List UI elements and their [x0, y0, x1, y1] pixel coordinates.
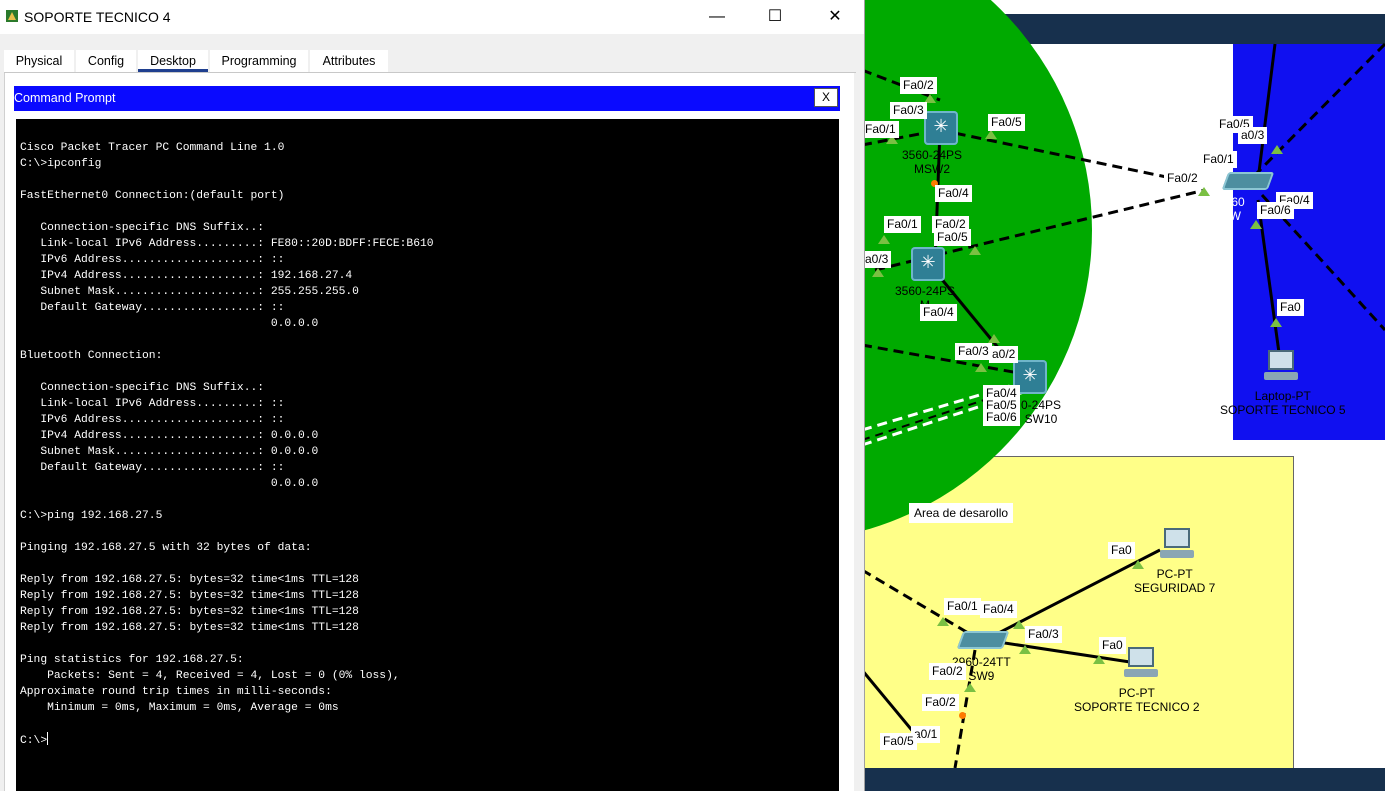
link-status-icon — [964, 683, 976, 692]
port-label: Fa0/1 — [1200, 151, 1237, 168]
port-label: Fa0/6 — [1257, 202, 1294, 219]
port-label: Fa0/2 — [929, 663, 966, 680]
command-prompt-close-button[interactable]: X — [814, 88, 838, 107]
minimize-button[interactable]: — — [694, 0, 740, 34]
link-status-icon — [1271, 145, 1283, 154]
port-label: Fa0/1 — [944, 598, 981, 615]
port-label: Fa0 — [1277, 299, 1304, 316]
device-label-pc: PC-PT SEGURIDAD 7 — [1134, 567, 1216, 595]
link-status-icon — [1013, 620, 1025, 629]
title-bar[interactable]: SOPORTE TECNICO 4 — ☐ ✕ — [0, 0, 864, 34]
tab-attributes[interactable]: Attributes — [310, 50, 388, 72]
link-status-icon — [1019, 645, 1031, 654]
device-label-msw2: 3560-24PS MSW2 — [902, 148, 963, 176]
device-label-sw10: 0-24PS SW10 — [1021, 398, 1062, 426]
link-status-icon — [1250, 220, 1262, 229]
tab-bar: Physical Config Desktop Programming Attr… — [0, 44, 864, 74]
port-label: Fa0 — [1099, 637, 1126, 654]
area-label: Area de desarollo — [909, 503, 1014, 523]
tab-config[interactable]: Config — [76, 50, 136, 72]
port-label: Fa0/1 — [862, 121, 899, 138]
port-label: Fa0/1 — [884, 216, 921, 233]
port-label: a0/3 — [1238, 127, 1268, 144]
tab-programming[interactable]: Programming — [210, 50, 308, 72]
text-cursor — [47, 732, 49, 745]
link-status-icon — [988, 334, 1000, 343]
port-label: Fa0/4 — [920, 304, 957, 321]
link-status-icon — [985, 130, 997, 139]
device-label-sw: 2960 SW — [1218, 195, 1245, 223]
link-status-icon — [937, 617, 949, 626]
tab-desktop[interactable]: Desktop — [138, 50, 208, 72]
link-status-icon — [1093, 655, 1105, 664]
close-button[interactable]: ✕ — [812, 0, 858, 34]
pc-icon[interactable] — [1124, 647, 1158, 679]
workspace-bottom-bar — [862, 768, 1385, 791]
multilayer-switch-icon[interactable] — [924, 111, 958, 145]
port-label: Fa0/2 — [900, 77, 937, 94]
port-label: a0/3 — [862, 251, 892, 268]
port-label: Fa0/5 — [880, 733, 917, 750]
port-label: Fa0/5 — [934, 229, 971, 246]
port-label: Fa0/3 — [1025, 626, 1062, 643]
port-label: Fa0/5 — [988, 114, 1025, 131]
port-label: Fa0/2 — [1164, 170, 1201, 187]
tab-physical[interactable]: Physical — [4, 50, 74, 72]
console-lines: Cisco Packet Tracer PC Command Line 1.0 … — [20, 142, 434, 714]
link-status-icon — [969, 246, 981, 255]
port-label: Fa0/3 — [890, 102, 927, 119]
port-label: Fa0/2 — [922, 694, 959, 711]
port-label: a0/2 — [989, 346, 1019, 363]
link-status-dot — [959, 712, 966, 719]
link-status-icon — [975, 363, 987, 372]
command-prompt-console[interactable]: Cisco Packet Tracer PC Command Line 1.0 … — [16, 119, 839, 791]
command-prompt-header: Command Prompt X — [14, 86, 840, 111]
link — [1256, 43, 1277, 181]
pc-icon[interactable] — [1160, 528, 1194, 560]
switch-icon[interactable] — [956, 631, 1010, 649]
link-status-icon — [1198, 187, 1210, 196]
command-prompt-title: Command Prompt — [14, 91, 116, 105]
switch-icon[interactable] — [1221, 172, 1275, 190]
window-title: SOPORTE TECNICO 4 — [24, 9, 171, 25]
laptop-icon[interactable] — [1264, 350, 1298, 382]
device-label-laptop: Laptop-PT SOPORTE TECNICO 5 — [1220, 389, 1346, 417]
link-status-icon — [878, 235, 890, 244]
device-label-pc: PC-PT SOPORTE TECNICO 2 — [1074, 686, 1200, 714]
device-window: SOPORTE TECNICO 4 — ☐ ✕ Physical Config … — [0, 0, 865, 791]
port-label: Fa0 — [1108, 542, 1135, 559]
port-label: Fa0/3 — [955, 343, 992, 360]
port-label: Fa0/4 — [980, 601, 1017, 618]
link-status-icon — [1270, 318, 1282, 327]
console-output: Cisco Packet Tracer PC Command Line 1.0 … — [20, 140, 434, 749]
console-prompt: C:\> — [20, 735, 48, 747]
link-status-icon — [872, 268, 884, 277]
maximize-button[interactable]: ☐ — [752, 0, 798, 34]
packet-tracer-app-icon — [6, 10, 18, 22]
port-label: Fa0/4 — [935, 185, 972, 202]
port-label: Fa0/6 — [983, 409, 1020, 426]
link — [1248, 42, 1385, 182]
multilayer-switch-icon[interactable] — [911, 247, 945, 281]
